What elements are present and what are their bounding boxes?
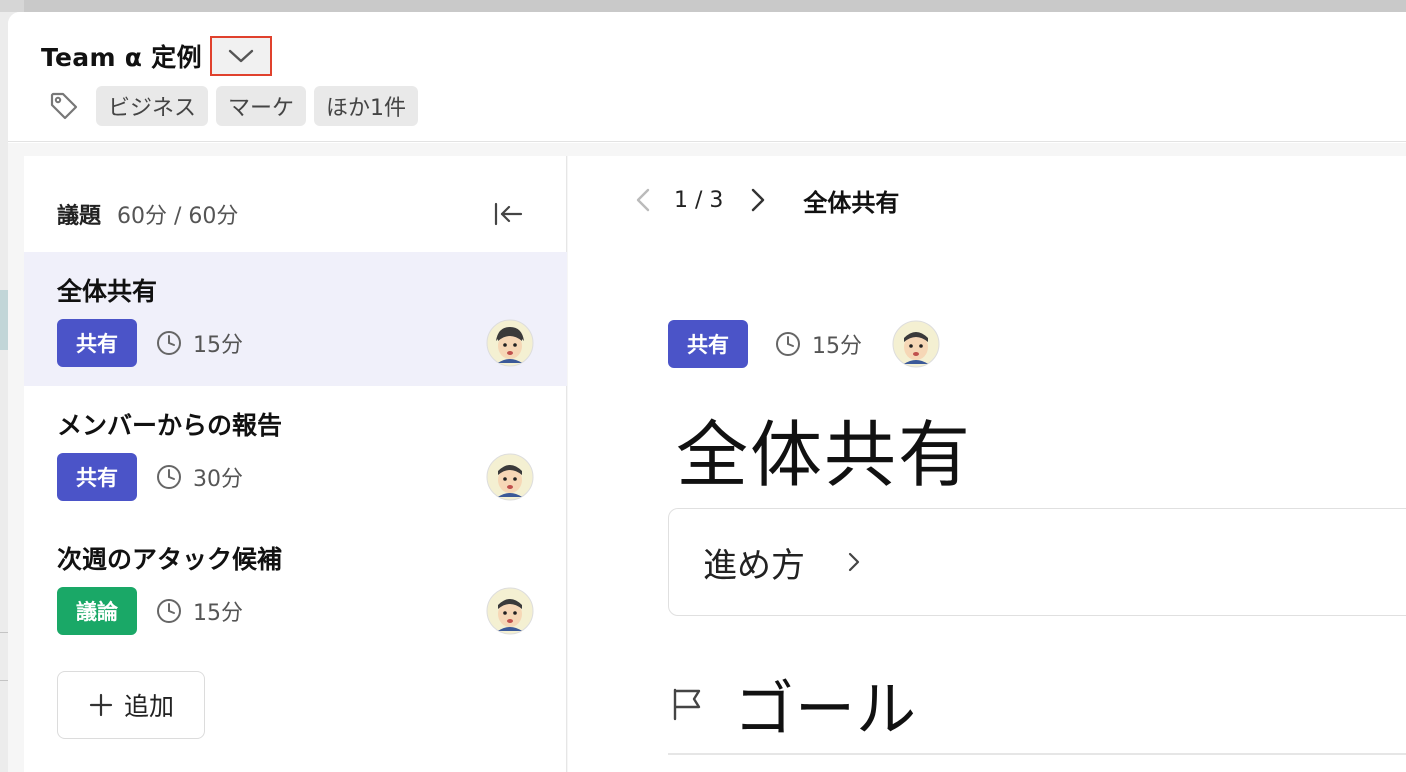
agenda-item-title: メンバーからの報告 (57, 411, 283, 440)
meeting-title: Team α 定例 (41, 43, 202, 72)
pager: 1 / 3 全体共有 (628, 178, 899, 222)
category-badge: 議論 (57, 587, 137, 635)
modal-body: 議題 60分 / 60分 全体共有 共有 15分 メンバーからの報告 共有 30… (8, 143, 1406, 772)
category-badge: 共有 (57, 453, 137, 501)
agenda-item-meta: 共有 30分 (57, 453, 243, 501)
clock-icon (155, 329, 183, 357)
chevron-right-icon (752, 188, 765, 212)
agenda-item-minutes: 30分 (193, 467, 243, 492)
chevron-right-icon (841, 549, 867, 575)
agenda-item[interactable]: 全体共有 共有 15分 (24, 252, 567, 386)
agenda-heading: 議題 (57, 204, 102, 229)
background-strip (0, 0, 24, 12)
agenda-item[interactable]: 次週のアタック候補 議論 15分 (24, 520, 567, 654)
meeting-header: Team α 定例 ビジネス マーケ ほか1件 (8, 12, 1406, 142)
flag-icon (668, 685, 706, 723)
agenda-item-title: 全体共有 (57, 277, 158, 306)
add-agenda-button[interactable]: 追加 (57, 671, 205, 739)
tag-more[interactable]: ほか1件 (314, 86, 419, 126)
avatar[interactable] (486, 453, 534, 501)
goal-heading: ゴール (734, 674, 917, 745)
tags-row: ビジネス マーケ ほか1件 (48, 86, 426, 126)
pager-next-button[interactable] (743, 185, 773, 215)
clock-icon (155, 597, 183, 625)
add-agenda-label: 追加 (123, 692, 174, 721)
agenda-item[interactable]: メンバーからの報告 共有 30分 (24, 386, 567, 520)
meeting-modal: Team α 定例 ビジネス マーケ ほか1件 議題 60分 / 60分 全体共… (8, 12, 1406, 772)
tag-icon (48, 90, 80, 122)
agenda-item-title: 次週のアタック候補 (57, 545, 283, 574)
avatar[interactable] (486, 587, 534, 635)
category-badge: 共有 (668, 320, 748, 368)
agenda-panel: 議題 60分 / 60分 全体共有 共有 15分 メンバーからの報告 共有 30… (24, 156, 567, 772)
howto-label: 進め方 (703, 545, 805, 586)
tag-marketing[interactable]: マーケ (216, 86, 307, 126)
collapse-left-icon (494, 202, 523, 226)
agenda-detail-panel: 1 / 3 全体共有 共有 15分 全体共有 進め方 ゴール (568, 156, 1406, 772)
agenda-header: 議題 60分 / 60分 (57, 198, 238, 230)
goal-section-header: ゴール (668, 664, 1406, 745)
collapse-panel-button[interactable] (490, 196, 526, 232)
clock-icon (155, 463, 183, 491)
background-block (0, 290, 8, 350)
agenda-item-meta: 共有 15分 (57, 319, 243, 367)
howto-accordion[interactable]: 進め方 (668, 508, 1406, 616)
agenda-time-summary: 60分 / 60分 (117, 204, 239, 229)
category-badge: 共有 (57, 319, 137, 367)
chevron-down-icon (228, 49, 254, 63)
pager-title: 全体共有 (803, 188, 900, 217)
chevron-left-icon (636, 188, 650, 212)
title-dropdown-button[interactable] (209, 36, 272, 76)
agenda-item-minutes: 15分 (193, 601, 243, 626)
tag-business[interactable]: ビジネス (96, 86, 209, 126)
pager-position: 1 / 3 (674, 187, 724, 213)
detail-meta: 共有 15分 (668, 320, 940, 368)
agenda-item-minutes: 15分 (193, 333, 243, 358)
clock-icon (774, 330, 802, 358)
agenda-item-meta: 議論 15分 (57, 587, 243, 635)
avatar[interactable] (486, 319, 534, 367)
detail-title: 全体共有 (676, 413, 973, 497)
pager-prev-button[interactable] (628, 185, 658, 215)
title-row: Team α 定例 (41, 36, 272, 76)
plus-icon (88, 692, 114, 718)
detail-minutes: 15分 (812, 334, 862, 359)
section-divider (668, 753, 1406, 755)
avatar[interactable] (892, 320, 940, 368)
